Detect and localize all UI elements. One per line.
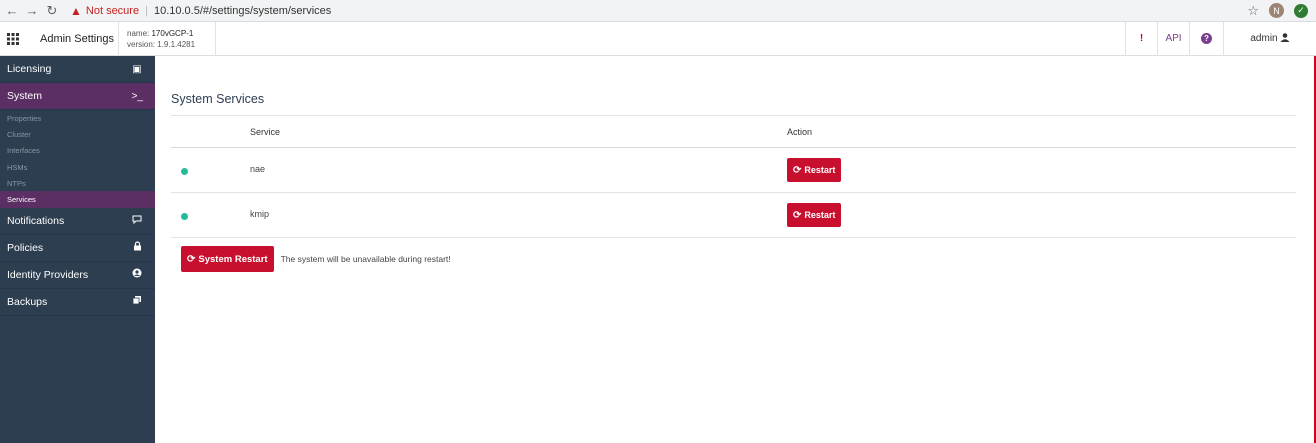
sidebar-item-backups[interactable]: Backups [0,289,155,316]
address-divider: | [145,4,148,17]
restart-button[interactable]: ⟳ Restart [787,158,842,182]
sidebar-item-system[interactable]: System >_ [0,83,155,110]
table-header: Service Action [171,115,1296,148]
sidebar-item-identity-providers[interactable]: Identity Providers [0,262,155,289]
node-name: 170vGCP-1 [151,28,194,38]
sidebar-item-label: Licensing [7,63,52,75]
warning-icon: ▲ [70,3,82,18]
system-restart-row: ⟳ System Restart The system will be unav… [181,246,451,272]
sidebar-subitem-interfaces[interactable]: Interfaces [0,143,155,159]
sidebar-item-label: Notifications [7,214,65,227]
services-table: Service Action nae ⟳ Restart kmip ⟳ Rest… [171,115,1296,238]
version-label: version: [127,39,156,49]
api-link[interactable]: API [1157,21,1189,56]
service-name: kmip [250,209,270,219]
security-label[interactable]: Not secure [86,5,139,17]
sidebar-item-label: Identity Providers [7,268,89,281]
version-value: 1.9.1.4281 [157,39,196,49]
forward-arrow-icon[interactable]: → [24,3,40,19]
table-row: nae ⟳ Restart [171,148,1296,193]
restart-label: Restart [804,210,836,220]
header-divider [215,21,216,56]
sidebar-subitem-hsms[interactable]: HSMs [0,159,155,175]
main-content: System Services Service Action nae ⟳ Res… [155,56,1314,443]
sidebar-item-label: Backups [7,295,48,308]
sidebar-subitem-properties[interactable]: Properties [0,110,155,126]
help-glyph: ? [1201,33,1212,44]
sidebar: Licensing ▣ System >_ Properties Cluster… [0,56,155,443]
sidebar-item-policies[interactable]: Policies [0,235,155,262]
node-name-label: name: [127,28,150,38]
refresh-icon: ⟳ [793,209,802,221]
restart-label: Restart [804,165,836,175]
app-header: Admin Settings name: 170vGCP-1 version: … [0,21,1316,56]
back-arrow-icon[interactable]: ← [4,3,20,19]
profile-avatar[interactable]: N [1269,3,1284,18]
sidebar-subitem-cluster[interactable]: Cluster [0,126,155,142]
column-header-action: Action [787,127,813,137]
sidebar-item-licensing[interactable]: Licensing ▣ [0,56,155,83]
system-restart-button[interactable]: ⟳ System Restart [181,246,274,272]
alert-icon[interactable]: ! [1125,21,1157,56]
service-name: nae [250,164,266,174]
restart-button[interactable]: ⟳ Restart [787,203,842,227]
license-icon: ▣ [132,63,142,75]
url-text[interactable]: 10.10.0.5/#/settings/system/services [154,5,331,17]
reload-icon[interactable]: ↻ [44,3,60,19]
terminal-icon: >_ [131,90,143,102]
extension-icon[interactable]: ✓ [1294,3,1308,18]
sidebar-item-notifications[interactable]: Notifications [0,208,155,235]
status-dot [181,213,188,220]
sidebar-item-label: System [7,90,43,102]
sidebar-subitem-ntps[interactable]: NTPs [0,175,155,191]
user-icon [1280,32,1290,45]
copy-icon [131,295,143,308]
refresh-icon: ⟳ [187,253,196,265]
user-circle-icon [131,268,143,281]
address-bar[interactable]: ▲ Not secure | 10.10.0.5/#/settings/syst… [70,2,331,20]
node-info: name: 170vGCP-1 version: 1.9.1.4281 [119,28,215,50]
status-dot [181,168,188,175]
username: admin [1250,33,1278,44]
page-title: System Services [171,92,265,106]
system-restart-label: System Restart [198,253,268,265]
user-menu[interactable]: admin [1223,21,1316,56]
bookmark-star-icon[interactable]: ☆ [1247,3,1259,19]
sidebar-subitem-services[interactable]: Services [0,191,155,208]
app-grid-icon[interactable] [0,22,26,56]
lock-icon [131,241,143,254]
table-row: kmip ⟳ Restart [171,193,1296,238]
chat-icon [131,215,143,227]
refresh-icon: ⟳ [793,164,802,176]
browser-toolbar: ← → ↻ ▲ Not secure | 10.10.0.5/#/setting… [0,0,1316,22]
help-icon[interactable]: ? [1189,21,1223,56]
sidebar-item-label: Policies [7,241,44,254]
app-title: Admin Settings [40,32,114,45]
restart-warning-text: The system will be unavailable during re… [280,254,451,264]
column-header-service: Service [250,127,281,137]
